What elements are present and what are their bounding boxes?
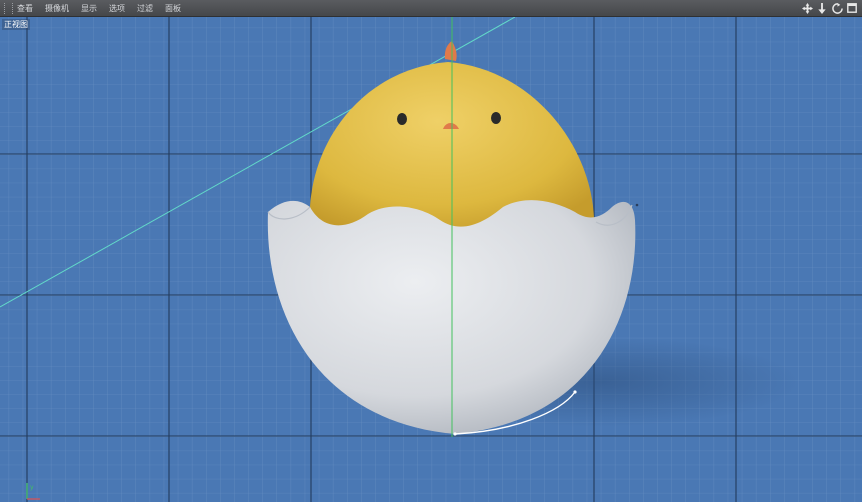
reference-dot [635,203,639,207]
move-icon[interactable] [801,2,813,14]
chick-left-eye [397,113,407,125]
view-label: 正视图 [2,19,30,30]
selection-point-end[interactable] [573,390,577,394]
menu-options[interactable]: 选项 [109,3,125,14]
pan-down-icon[interactable] [816,2,828,14]
rotate-icon[interactable] [831,2,843,14]
menubar-grip-handle[interactable] [4,2,13,14]
menu-panel[interactable]: 面板 [165,3,181,14]
selection-point-start[interactable] [453,432,457,436]
chick-right-eye [491,112,501,124]
menu-filter[interactable]: 过滤 [137,3,153,14]
viewport-canvas[interactable]: y [0,17,862,502]
front-viewport[interactable]: y 正视图 [0,17,862,502]
viewport-nav-icons [801,2,858,14]
svg-text:y: y [30,484,34,491]
maximize-icon[interactable] [846,2,858,14]
menu-view[interactable]: 查看 [17,3,33,14]
menu-display[interactable]: 显示 [81,3,97,14]
viewport-menubar: 查看 摄像机 显示 选项 过滤 面板 [0,0,862,17]
menu-camera[interactable]: 摄像机 [45,3,69,14]
